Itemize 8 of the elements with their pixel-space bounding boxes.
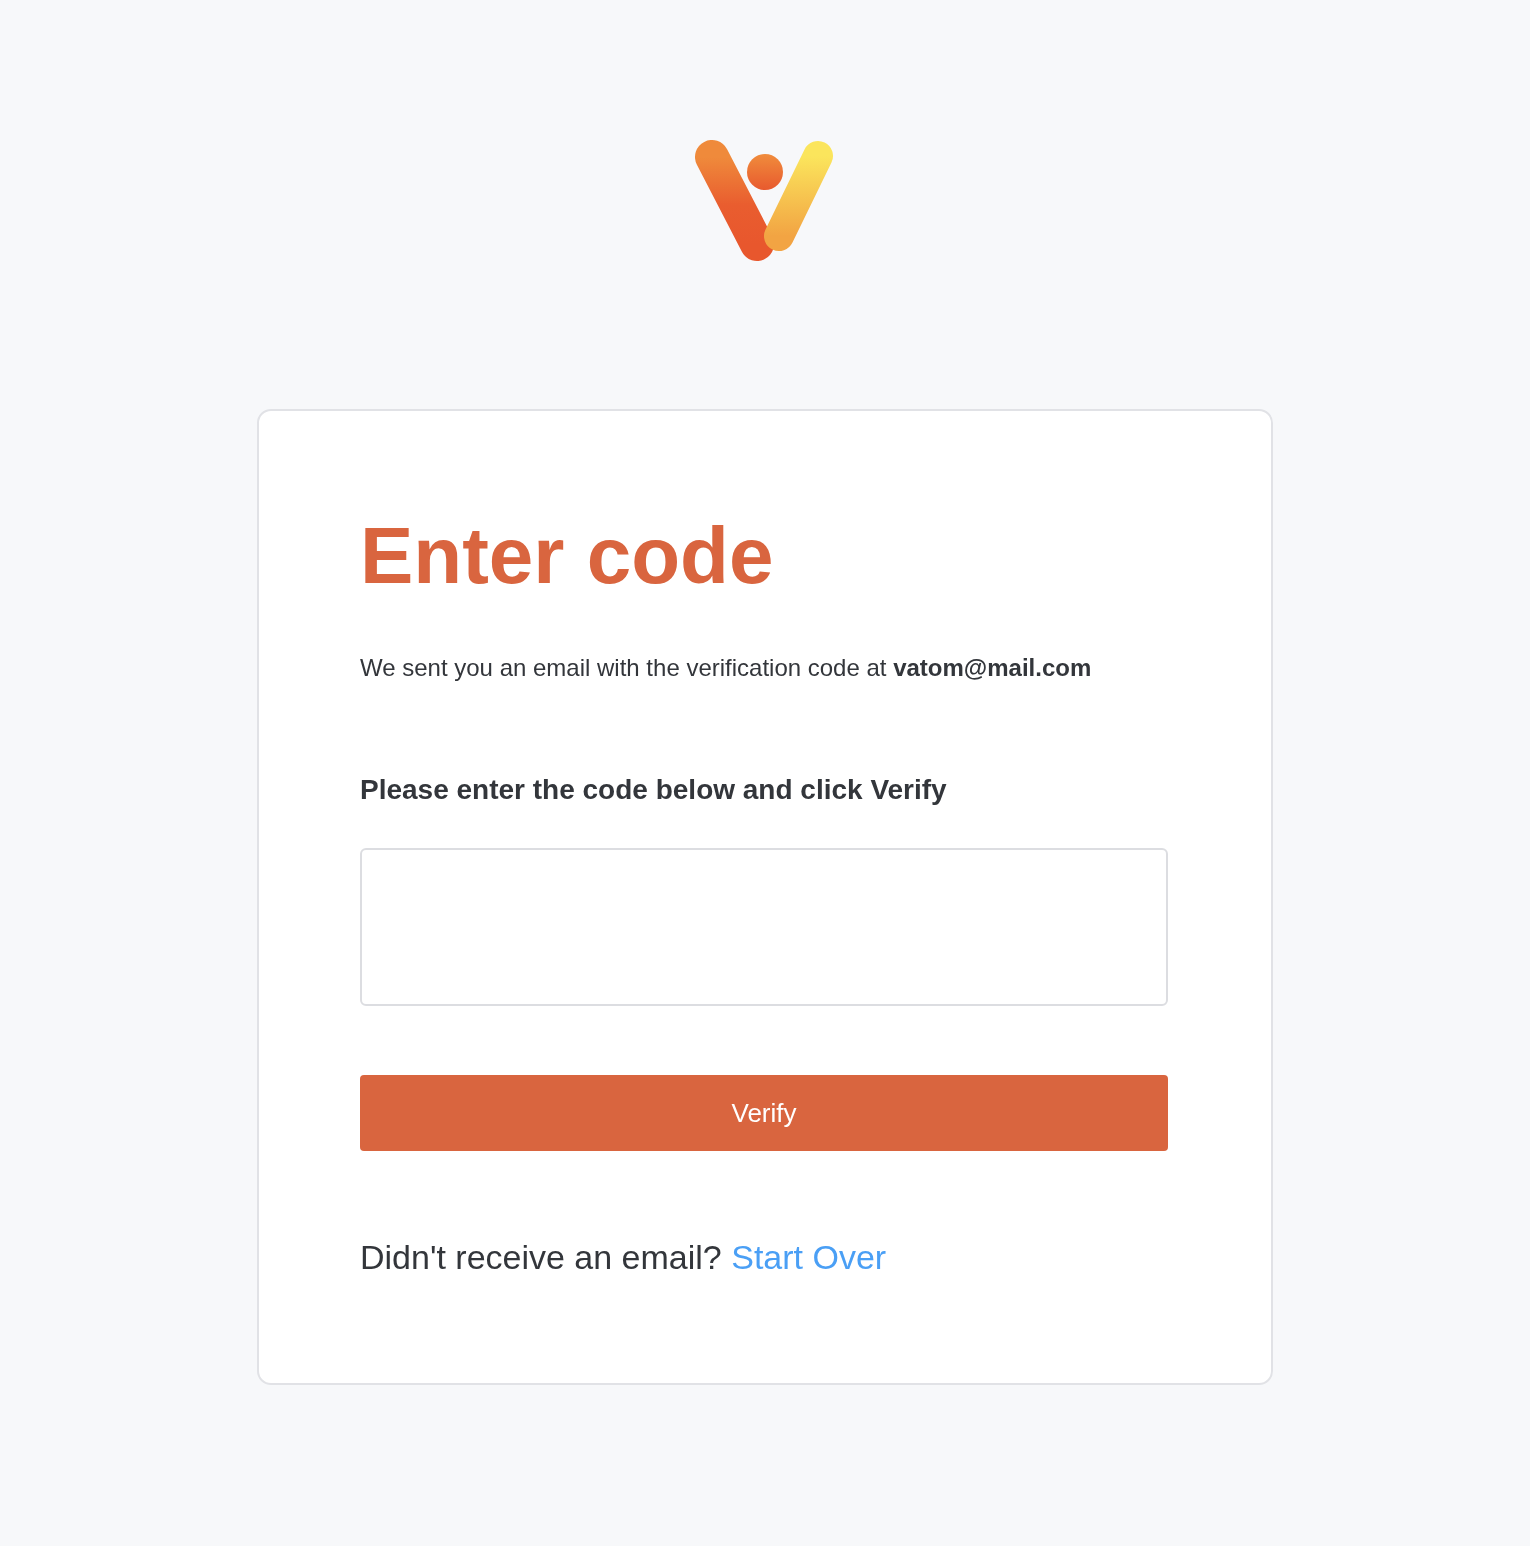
verification-message: We sent you an email with the verification code at vatom@mail.com	[360, 653, 1093, 683]
start-over-link[interactable]: Start Over	[731, 1238, 887, 1276]
code-label: Please enter the code below and click Verify	[360, 773, 948, 807]
resend-prompt: Didn't receive an email? Start Over	[360, 1237, 888, 1278]
code-input[interactable]	[360, 848, 1168, 1006]
verify-button[interactable]: Verify	[360, 1075, 1168, 1151]
logo-icon	[695, 140, 835, 262]
page-title: Enter code	[360, 510, 775, 602]
